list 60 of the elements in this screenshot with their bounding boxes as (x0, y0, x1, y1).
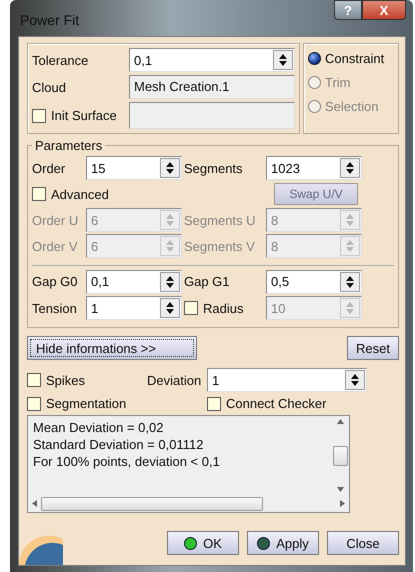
radio-label: Selection (325, 99, 378, 114)
spin-arrows-icon[interactable] (273, 50, 293, 70)
field-label: Tension (32, 300, 78, 316)
spin-field[interactable]: 1 (86, 296, 182, 320)
spin-field[interactable]: 15 (86, 156, 182, 180)
ok-button[interactable]: OK (167, 531, 239, 555)
status-dot-icon (184, 536, 198, 550)
spin-arrows-icon[interactable] (160, 272, 180, 292)
spin-field[interactable]: 1023 (266, 156, 362, 180)
field-label: Deviation (147, 372, 202, 388)
field-label: Order V (32, 238, 79, 254)
report-line: Mean Deviation = 0,02 (33, 419, 164, 436)
spin-arrows-icon[interactable] (160, 298, 180, 318)
checkbox[interactable] (27, 373, 41, 387)
scroll-left-icon[interactable] (32, 500, 37, 507)
spin-arrows-icon[interactable] (160, 158, 180, 178)
checkbox-label: Spikes (46, 372, 86, 388)
window-close-button[interactable]: X (362, 0, 406, 20)
scroll-thumb[interactable] (41, 496, 263, 510)
radio-label: Constraint (325, 51, 384, 66)
report-line: Standard Deviation = 0,01112 (33, 436, 204, 453)
checkbox[interactable] (32, 187, 46, 201)
scroll-right-icon[interactable] (340, 500, 345, 507)
field-label: Segments (184, 160, 244, 176)
scroll-thumb[interactable] (333, 446, 348, 466)
apply-button[interactable]: Apply (247, 531, 319, 555)
checkbox-label: Connect Checker (226, 396, 326, 411)
globe-drawing (19, 535, 63, 565)
scroll-down-icon[interactable] (337, 487, 344, 492)
checkbox[interactable] (27, 396, 41, 410)
radio-label: Trim (325, 75, 351, 90)
group-title: Parameters (34, 138, 104, 153)
field-label: Tolerance (32, 52, 90, 68)
field-label: Gap G1 (184, 274, 231, 289)
window-title: Power Fit (19, 12, 80, 28)
report-line: For 100% points, deviation < 0,1 (33, 453, 221, 470)
spin-field[interactable]: 1 (207, 368, 367, 392)
checkbox-label: Radius (203, 300, 244, 316)
spin-arrows-icon[interactable] (345, 370, 365, 390)
hide-info-button[interactable]: Hide informations >> (27, 336, 197, 360)
spin-field[interactable]: 0,1 (86, 270, 182, 294)
field-label: Order U (32, 212, 80, 228)
field-label: Segments V (184, 238, 256, 254)
checkbox-label: Segmentation (46, 396, 126, 411)
spin-arrows-icon[interactable] (340, 272, 360, 292)
field-label: Segments U (184, 212, 257, 228)
field-label: Order (32, 160, 66, 176)
scroll-up-icon[interactable] (337, 419, 344, 424)
checkbox-label: Advanced (51, 186, 109, 202)
spin-field[interactable]: 0,1 (129, 48, 295, 72)
field-label: Cloud (32, 80, 67, 94)
spin-arrows-icon[interactable] (340, 158, 360, 178)
checkbox[interactable] (207, 396, 221, 410)
status-dot-icon (257, 536, 270, 550)
close-button[interactable]: Close (327, 531, 399, 555)
radio-button[interactable] (308, 52, 321, 65)
field-label: Gap G0 (32, 274, 79, 289)
reset-button[interactable]: Reset (347, 336, 399, 360)
checkbox-label: Init Surface (51, 108, 117, 123)
spin-field[interactable]: 0,5 (266, 270, 362, 294)
